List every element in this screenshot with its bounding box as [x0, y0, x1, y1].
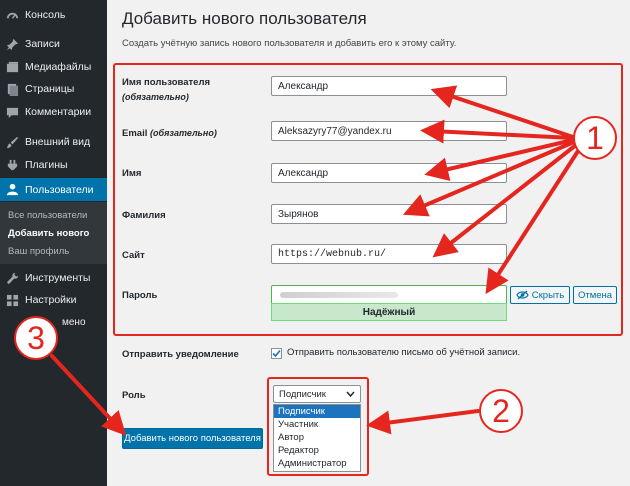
comment-icon: [5, 105, 19, 119]
page-subtitle: Создать учётную запись нового пользовате…: [122, 38, 457, 49]
annotation-badge-3: 3: [14, 316, 58, 360]
sidebar-item-label: Внешний вид: [25, 136, 91, 148]
paintbrush-icon: [5, 135, 19, 149]
pages-icon: [5, 82, 19, 96]
wrench-icon: [5, 271, 19, 285]
sidebar-item-label: Страницы: [25, 83, 75, 95]
settings-icon: [5, 293, 19, 307]
media-icon: [5, 60, 19, 74]
submenu-add-new[interactable]: Добавить нового: [8, 228, 89, 239]
sidebar-item-label: Консоль: [25, 9, 66, 21]
annotation-frame-role: [267, 377, 369, 476]
pin-icon: [5, 37, 19, 51]
sidebar-item-label: Настройки: [25, 294, 77, 306]
annotation-badge-1: 1: [573, 116, 617, 160]
admin-sidebar: Консоль Записи Медиафайлы Страницы Комме…: [0, 0, 107, 486]
notify-checkbox[interactable]: [271, 348, 282, 359]
submenu-your-profile[interactable]: Ваш профиль: [8, 246, 69, 257]
sidebar-item-dashboard[interactable]: Консоль: [0, 4, 107, 26]
sidebar-item-label: Инструменты: [25, 272, 91, 284]
annotation-frame-fields: [113, 63, 623, 336]
page-title: Добавить нового пользователя: [122, 9, 367, 28]
role-label: Роль: [122, 390, 146, 401]
users-icon: [5, 183, 19, 197]
screenshot-frame: Консоль Записи Медиафайлы Страницы Комме…: [0, 0, 630, 486]
notify-text: Отправить пользователю письмо об учётной…: [287, 347, 521, 358]
sidebar-item-plugins[interactable]: Плагины: [0, 154, 107, 176]
sidebar-item-users[interactable]: Пользователи: [0, 178, 107, 201]
add-user-button[interactable]: Добавить нового пользователя: [122, 428, 263, 449]
sidebar-item-label: Комментарии: [25, 106, 92, 118]
sidebar-item-appearance[interactable]: Внешний вид: [0, 131, 107, 153]
sidebar-item-label: Медиафайлы: [25, 61, 92, 73]
submenu-all-users[interactable]: Все пользователи: [8, 210, 87, 221]
sidebar-item-media[interactable]: Медиафайлы: [0, 56, 107, 78]
sidebar-item-pages[interactable]: Страницы: [0, 78, 107, 100]
notify-label: Отправить уведомление: [122, 349, 239, 360]
users-submenu: Все пользователи Добавить нового Ваш про…: [0, 202, 107, 264]
checkmark-icon: [272, 349, 281, 358]
sidebar-item-posts[interactable]: Записи: [0, 33, 107, 55]
sidebar-item-tools[interactable]: Инструменты: [0, 267, 107, 289]
sidebar-item-label: Пользователи: [25, 183, 94, 196]
annotation-badge-2: 2: [479, 389, 523, 433]
sidebar-item-label: Плагины: [25, 159, 68, 171]
sidebar-item-settings[interactable]: Настройки: [0, 289, 107, 311]
sidebar-collapse-partial[interactable]: мено: [62, 317, 86, 328]
plugin-icon: [5, 158, 19, 172]
sidebar-item-comments[interactable]: Комментарии: [0, 101, 107, 123]
sidebar-item-label: Записи: [25, 38, 60, 50]
dashboard-icon: [5, 8, 19, 22]
